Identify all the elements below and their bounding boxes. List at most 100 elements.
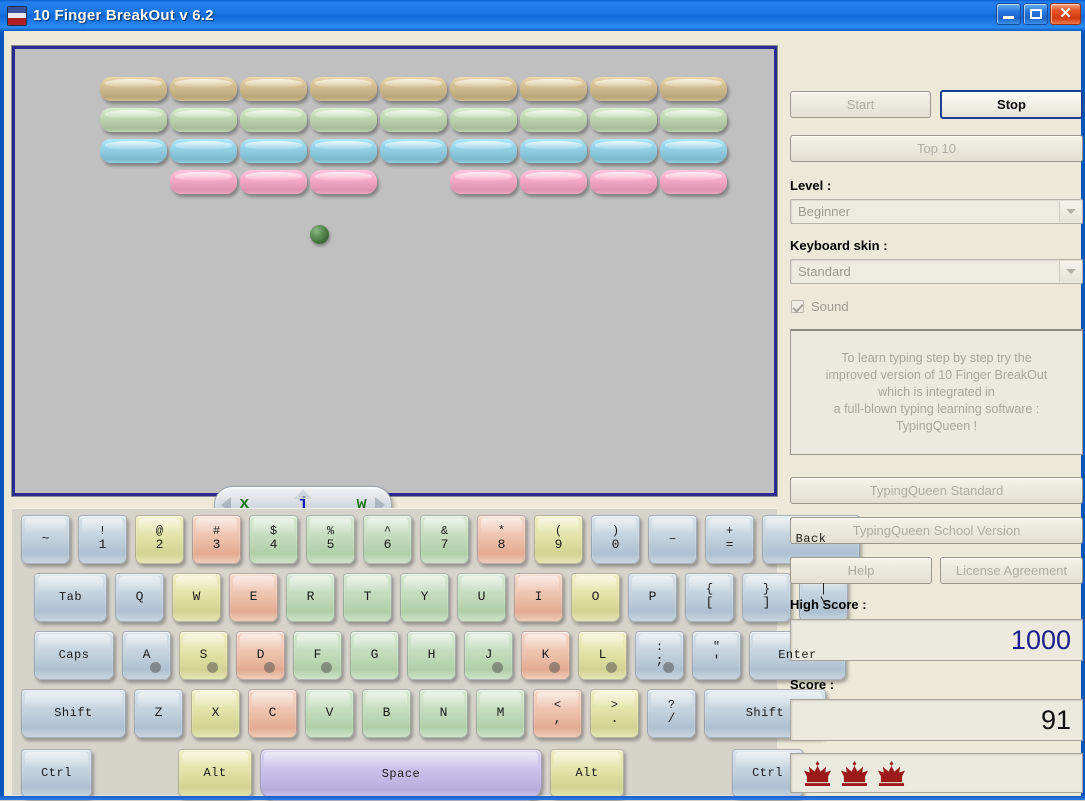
key-h[interactable]: H: [407, 631, 456, 680]
key-lower-label: 5: [326, 537, 335, 552]
key-j[interactable]: J: [464, 631, 513, 680]
brick-gloss: [455, 141, 512, 150]
key--3[interactable]: #3: [192, 515, 241, 564]
key-y[interactable]: Y: [400, 573, 449, 622]
key-label: K: [541, 646, 550, 662]
brick-gloss: [665, 172, 722, 181]
key-t[interactable]: T: [343, 573, 392, 622]
sound-checkbox-row[interactable]: Sound: [791, 299, 849, 314]
key--[interactable]: :;: [635, 631, 684, 680]
brick: [240, 170, 307, 194]
key--4[interactable]: $4: [249, 515, 298, 564]
key-label: R: [306, 588, 315, 604]
key-[interactable]: ~: [21, 515, 70, 564]
lives-display: [790, 753, 1083, 793]
key-e[interactable]: E: [229, 573, 278, 622]
key-c[interactable]: C: [248, 689, 297, 738]
key-i[interactable]: I: [514, 573, 563, 622]
key-n[interactable]: N: [419, 689, 468, 738]
key-alt[interactable]: Alt: [550, 749, 624, 798]
promo-line-1: To learn typing step by step try the: [841, 351, 1032, 365]
key-space[interactable]: Space: [260, 749, 542, 801]
stop-button[interactable]: Stop: [940, 90, 1083, 119]
key-m[interactable]: M: [476, 689, 525, 738]
brick: [450, 108, 517, 132]
key-x[interactable]: X: [191, 689, 240, 738]
key-lower-label: 3: [212, 537, 221, 552]
virtual-keyboard[interactable]: ~ ! 1 @2 #3 $4% 5 ^ 6 & 7 * 8(9) 0 – + = Back Tab Q W E R T Y U I O…: [12, 508, 860, 801]
key-tab[interactable]: Tab: [34, 573, 107, 622]
key-label: U: [477, 588, 486, 604]
key-alt[interactable]: Alt: [178, 749, 252, 798]
key--1[interactable]: ! 1: [78, 515, 127, 564]
game-board[interactable]: x j w: [12, 46, 777, 523]
high-score-display: 1000: [790, 619, 1083, 661]
level-select[interactable]: Beginner: [790, 199, 1083, 224]
level-dropdown-button[interactable]: [1059, 201, 1081, 222]
paddle-up-arrow-icon: [294, 489, 312, 499]
key-lower-label: /: [667, 711, 676, 726]
key-label: D: [256, 646, 265, 662]
key-d[interactable]: D: [236, 631, 285, 680]
key-s[interactable]: S: [179, 631, 228, 680]
key--[interactable]: + =: [705, 515, 754, 564]
key-r[interactable]: R: [286, 573, 335, 622]
maximize-button[interactable]: [1023, 3, 1048, 25]
key-u[interactable]: U: [457, 573, 506, 622]
key--[interactable]: <,: [533, 689, 582, 738]
key-caps[interactable]: Caps: [34, 631, 114, 680]
key-o[interactable]: O: [571, 573, 620, 622]
key--6[interactable]: ^ 6: [363, 515, 412, 564]
key-l[interactable]: L: [578, 631, 627, 680]
key-a[interactable]: A: [122, 631, 171, 680]
key--[interactable]: {[: [685, 573, 734, 622]
key--[interactable]: }]: [742, 573, 791, 622]
typingqueen-standard-button[interactable]: TypingQueen Standard: [790, 477, 1083, 504]
key-p[interactable]: P: [628, 573, 677, 622]
key--0[interactable]: ) 0: [591, 515, 640, 564]
keyboard-skin-select[interactable]: Standard: [790, 259, 1083, 284]
minimize-icon: [1003, 16, 1014, 19]
key-k[interactable]: K: [521, 631, 570, 680]
key-gloss: [264, 752, 538, 768]
key-ctrl[interactable]: Ctrl: [21, 749, 92, 798]
keyboard-row: Tab Q W E R T Y U I O P{[}] | \: [34, 573, 856, 622]
close-button[interactable]: ✕: [1050, 3, 1081, 25]
window-controls: ✕: [996, 3, 1081, 25]
brick: [100, 77, 167, 101]
key--2[interactable]: @2: [135, 515, 184, 564]
key-label: A: [142, 646, 151, 662]
key-lower-label: .: [610, 711, 619, 726]
sound-checkbox[interactable]: [791, 300, 804, 313]
key-[interactable]: –: [648, 515, 697, 564]
key-q[interactable]: Q: [115, 573, 164, 622]
top10-button[interactable]: Top 10: [790, 135, 1083, 162]
license-agreement-button[interactable]: License Agreement: [940, 557, 1083, 584]
key--[interactable]: ? /: [647, 689, 696, 738]
key-f[interactable]: F: [293, 631, 342, 680]
key-label: Shift: [54, 705, 93, 720]
key-z[interactable]: Z: [134, 689, 183, 738]
key--[interactable]: " ': [692, 631, 741, 680]
key-g[interactable]: G: [350, 631, 399, 680]
key--5[interactable]: % 5: [306, 515, 355, 564]
key--9[interactable]: (9: [534, 515, 583, 564]
key--[interactable]: >.: [590, 689, 639, 738]
help-button[interactable]: Help: [790, 557, 932, 584]
key-v[interactable]: V: [305, 689, 354, 738]
key-shift[interactable]: Shift: [21, 689, 126, 738]
minimize-button[interactable]: [996, 3, 1021, 25]
brick: [310, 170, 377, 194]
key--8[interactable]: * 8: [477, 515, 526, 564]
start-button[interactable]: Start: [790, 91, 931, 118]
brick: [660, 170, 727, 194]
key-b[interactable]: B: [362, 689, 411, 738]
brick-gloss: [315, 110, 372, 119]
typingqueen-school-button[interactable]: TypingQueen School Version: [790, 517, 1083, 544]
brick: [380, 77, 447, 101]
key--7[interactable]: & 7: [420, 515, 469, 564]
brick: [310, 108, 377, 132]
key-w[interactable]: W: [172, 573, 221, 622]
brick: [450, 170, 517, 194]
keyboard-skin-dropdown-button[interactable]: [1059, 261, 1081, 282]
